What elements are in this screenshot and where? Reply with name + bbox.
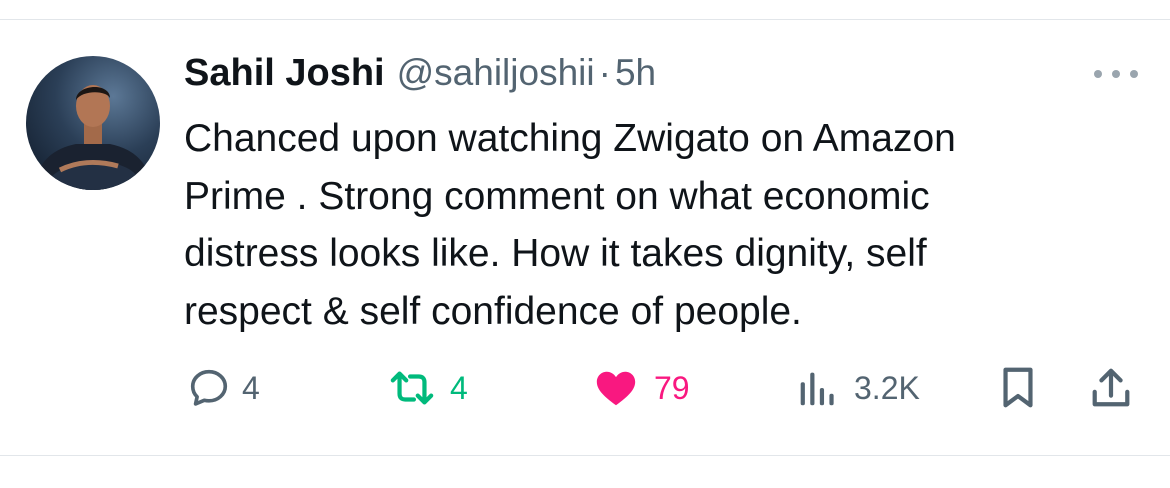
header-separator: · bbox=[598, 52, 611, 93]
avatar-photo bbox=[34, 85, 152, 190]
retweet-button[interactable]: 4 bbox=[384, 362, 468, 414]
bar-chart-icon bbox=[800, 372, 834, 406]
heart-icon bbox=[596, 371, 636, 406]
speech-bubble-icon bbox=[190, 369, 228, 406]
bottom-divider bbox=[0, 455, 1170, 456]
like-count: 79 bbox=[654, 369, 690, 406]
author-name[interactable]: Sahil Joshi bbox=[184, 52, 385, 95]
author-handle[interactable]: @sahiljoshii bbox=[397, 52, 595, 94]
views-count: 3.2K bbox=[854, 369, 920, 406]
avatar[interactable] bbox=[26, 56, 160, 190]
retweet-icon bbox=[390, 371, 434, 405]
tweet-text: Chanced upon watching Zwigato on Amazon … bbox=[184, 110, 1104, 340]
bookmark-icon bbox=[1003, 367, 1033, 408]
share-icon bbox=[1092, 368, 1130, 407]
tweet-timestamp[interactable]: 5h bbox=[615, 52, 656, 94]
tweet-text-line: respect & self confidence of people. bbox=[184, 289, 802, 333]
top-divider bbox=[0, 19, 1170, 20]
views-button[interactable]: 3.2K bbox=[796, 362, 920, 414]
bookmark-button[interactable] bbox=[998, 362, 1038, 414]
more-dot bbox=[1112, 70, 1120, 78]
like-button[interactable]: 79 bbox=[592, 362, 690, 414]
more-options-icon[interactable] bbox=[1094, 62, 1138, 86]
retweet-count: 4 bbox=[450, 369, 468, 406]
tweet-text-line: Chanced upon watching Zwigato on Amazon bbox=[184, 117, 956, 160]
reply-count: 4 bbox=[242, 369, 260, 406]
tweet-text-line: distress looks like. How it takes dignit… bbox=[184, 232, 927, 275]
more-dot bbox=[1130, 70, 1138, 78]
more-dot bbox=[1094, 70, 1102, 78]
reply-button[interactable]: 4 bbox=[186, 362, 260, 414]
share-button[interactable] bbox=[1088, 362, 1134, 414]
tweet-header: Sahil Joshi @sahiljoshii · 5h bbox=[184, 52, 656, 102]
tweet-text-line: Prime . Strong comment on what economic bbox=[184, 174, 930, 218]
